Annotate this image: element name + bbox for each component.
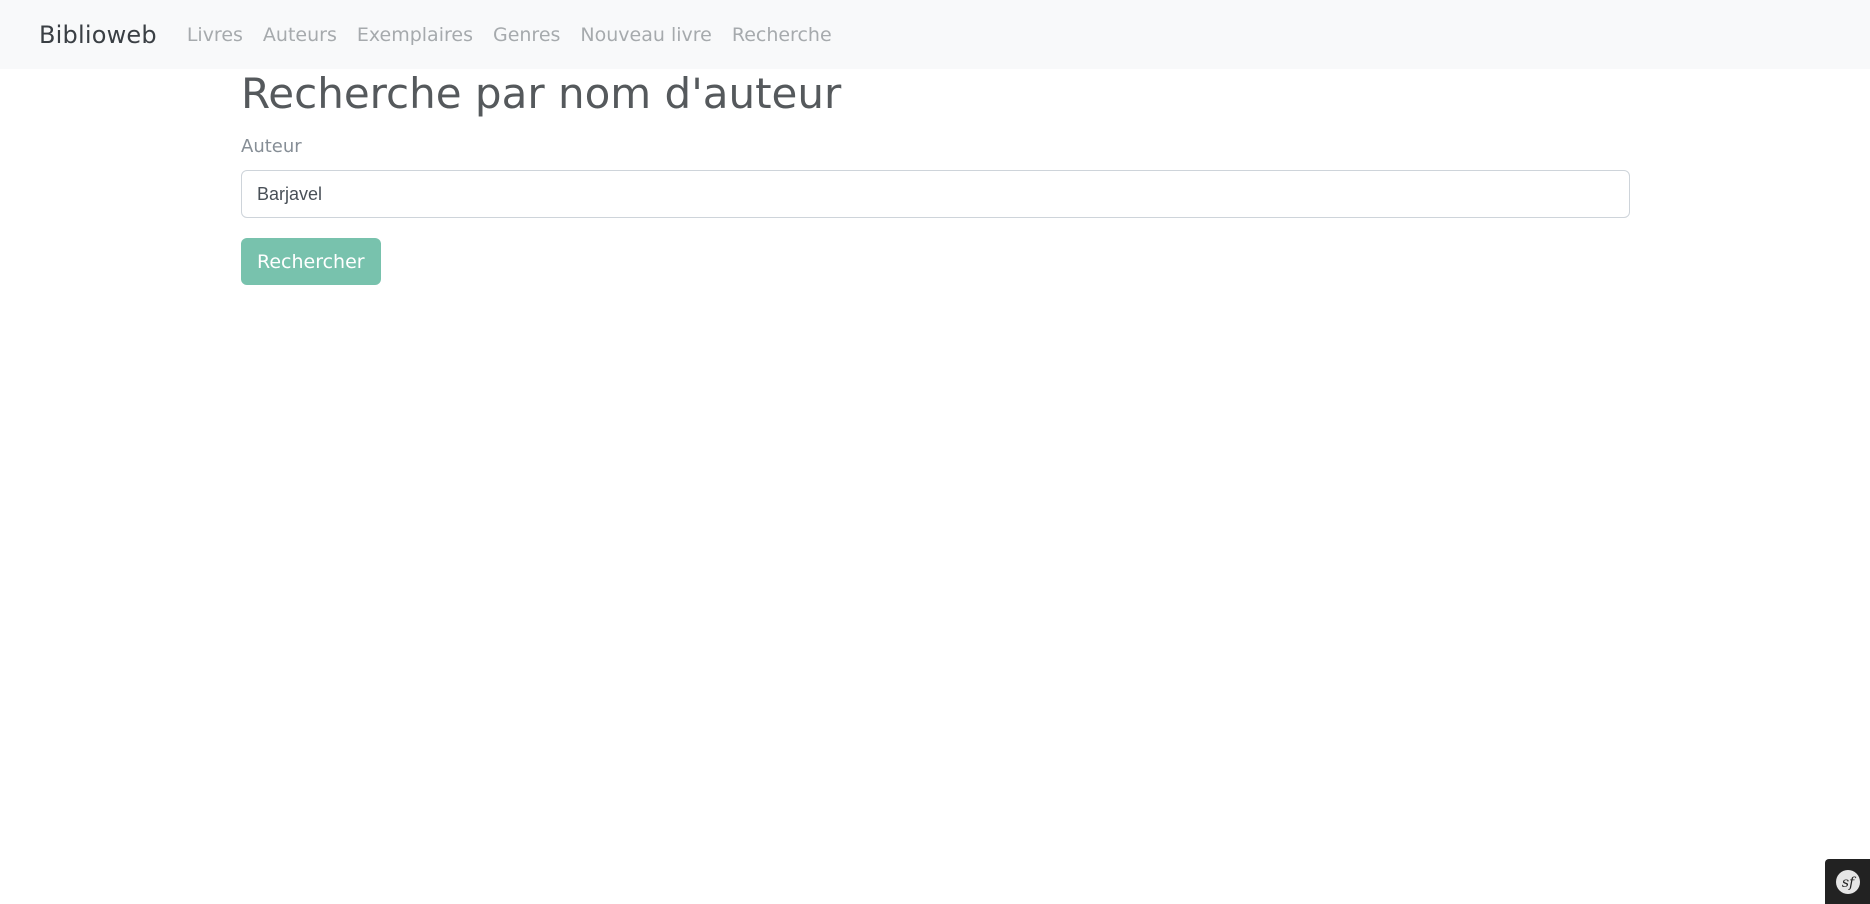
top-navbar: Biblioweb Livres Auteurs Exemplaires Gen… xyxy=(0,0,1870,69)
search-button[interactable]: Rechercher xyxy=(241,238,381,285)
main-content: Recherche par nom d'auteur Auteur Recher… xyxy=(241,69,1630,285)
nav-link-exemplaires[interactable]: Exemplaires xyxy=(357,24,473,46)
author-input[interactable] xyxy=(241,170,1630,218)
symfony-logo-icon: sf xyxy=(1835,869,1860,894)
nav-link-genres[interactable]: Genres xyxy=(493,24,560,46)
author-search-form: Auteur Rechercher xyxy=(241,136,1630,285)
author-label: Auteur xyxy=(241,136,302,157)
page-title: Recherche par nom d'auteur xyxy=(241,69,842,118)
nav-link-nouveau-livre[interactable]: Nouveau livre xyxy=(580,24,711,46)
nav-links: Livres Auteurs Exemplaires Genres Nouvea… xyxy=(187,24,852,46)
symfony-debug-toolbar-toggle[interactable]: sf xyxy=(1825,859,1870,904)
nav-link-livres[interactable]: Livres xyxy=(187,24,243,46)
brand-link[interactable]: Biblioweb xyxy=(39,21,157,49)
nav-link-recherche[interactable]: Recherche xyxy=(732,24,832,46)
nav-link-auteurs[interactable]: Auteurs xyxy=(263,24,337,46)
